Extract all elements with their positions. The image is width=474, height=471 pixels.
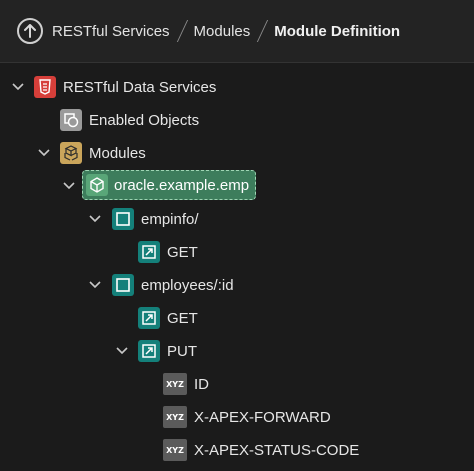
chevron-down-icon	[89, 215, 101, 223]
navigation-tree: RESTful Data Services Enabled Objects Mo…	[0, 63, 474, 471]
template-icon	[112, 208, 134, 230]
enabled-objects-icon	[60, 109, 82, 131]
breadcrumb-item-module-definition: Module Definition	[274, 22, 401, 40]
app-window: RESTful Services Modules Module Definiti…	[0, 0, 474, 471]
chevron-down-icon	[12, 83, 24, 91]
tree-node-label: oracle.example.emp	[114, 176, 250, 194]
tree-node-parameter-x-apex-status-code[interactable]: XYZ X-APEX-STATUS-CODE	[163, 435, 359, 465]
tree-node-label: X-APEX-STATUS-CODE	[194, 441, 360, 459]
parameter-badge: XYZ	[166, 445, 184, 455]
tree-node-label: employees/:id	[141, 276, 234, 294]
breadcrumb: RESTful Services Modules Module Definiti…	[0, 0, 474, 63]
parameter-badge: XYZ	[166, 412, 184, 422]
tree-node-label: Modules	[89, 144, 146, 162]
tree-node-label: PUT	[167, 342, 197, 360]
tree-node-parameter-id[interactable]: XYZ ID	[163, 369, 209, 399]
handler-icon	[138, 307, 160, 329]
parameter-icon: XYZ	[163, 406, 187, 428]
tree-node-label: X-APEX-FORWARD	[194, 408, 331, 426]
breadcrumb-separator	[176, 20, 188, 42]
tree-node-module-selected[interactable]: oracle.example.emp	[82, 170, 257, 200]
template-icon	[112, 274, 134, 296]
tree-node-restful-data-services[interactable]: RESTful Data Services	[34, 72, 216, 102]
navigate-up-button[interactable]	[17, 18, 43, 44]
tree-node-label: GET	[167, 243, 198, 261]
collapse-chevron-root[interactable]	[11, 80, 25, 94]
tree-node-label: ID	[194, 375, 209, 393]
breadcrumb-item-modules[interactable]: Modules	[194, 23, 251, 40]
collapse-chevron-template-empinfo[interactable]	[88, 212, 102, 226]
parameter-badge: XYZ	[166, 379, 184, 389]
collapse-chevron-modules[interactable]	[37, 146, 51, 160]
collapse-chevron-handler-put[interactable]	[115, 344, 129, 358]
chevron-down-icon	[38, 149, 50, 157]
tree-node-parameter-x-apex-forward[interactable]: XYZ X-APEX-FORWARD	[163, 402, 331, 432]
tree-node-handler-get[interactable]: GET	[138, 303, 198, 333]
module-icon	[86, 174, 108, 196]
breadcrumb-item-restful-services[interactable]: RESTful Services	[52, 23, 170, 40]
handler-icon	[138, 241, 160, 263]
chevron-down-icon	[89, 281, 101, 289]
rest-services-icon	[34, 76, 56, 98]
tree-node-label: GET	[167, 309, 198, 327]
modules-icon	[60, 142, 82, 164]
parameter-icon: XYZ	[163, 373, 187, 395]
arrow-up-icon	[24, 24, 36, 38]
tree-node-label: empinfo/	[141, 210, 199, 228]
tree-node-handler-get[interactable]: GET	[138, 237, 198, 267]
handler-icon	[138, 340, 160, 362]
parameter-icon: XYZ	[163, 439, 187, 461]
collapse-chevron-module[interactable]	[62, 179, 76, 193]
tree-node-enabled-objects[interactable]: Enabled Objects	[60, 105, 199, 135]
tree-node-label: RESTful Data Services	[63, 78, 217, 96]
tree-node-template-empinfo[interactable]: empinfo/	[112, 204, 199, 234]
collapse-chevron-template-employees[interactable]	[88, 278, 102, 292]
tree-node-handler-put[interactable]: PUT	[138, 336, 197, 366]
breadcrumb-separator	[257, 20, 269, 42]
chevron-down-icon	[63, 182, 75, 190]
tree-node-template-employees-id[interactable]: employees/:id	[112, 270, 234, 300]
chevron-down-icon	[116, 347, 128, 355]
tree-node-modules[interactable]: Modules	[60, 138, 146, 168]
tree-node-label: Enabled Objects	[89, 111, 200, 129]
